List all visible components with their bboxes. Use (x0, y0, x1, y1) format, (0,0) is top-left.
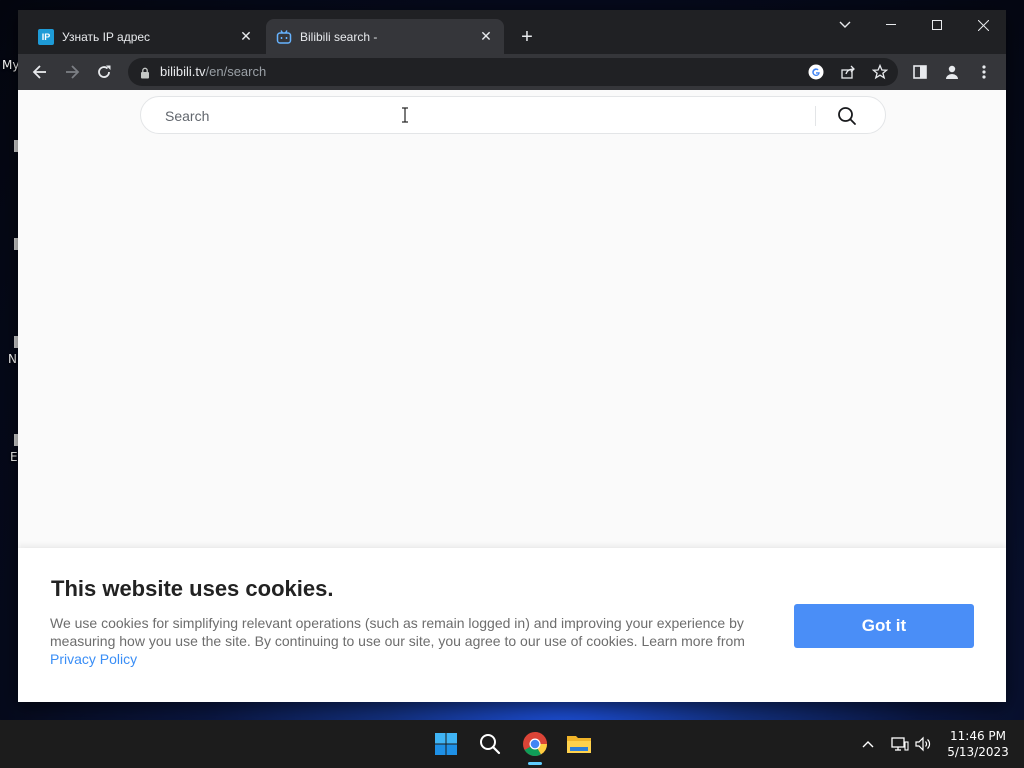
more-menu-icon[interactable] (970, 58, 998, 86)
clock-date: 5/13/2023 (947, 745, 1009, 759)
search-icon (838, 107, 856, 125)
cookie-title: This website uses cookies. (51, 576, 334, 601)
desktop-icon-label[interactable]: E (10, 450, 18, 464)
url-text[interactable]: bilibili.tv/en/search (160, 64, 266, 79)
folder-icon (567, 736, 591, 753)
close-icon[interactable]: ✕ (238, 28, 254, 45)
maximize-button[interactable] (914, 10, 960, 40)
tab-ip-address[interactable]: IP Узнать IP адрес ✕ (28, 19, 264, 54)
lock-icon[interactable] (140, 66, 150, 84)
taskbar-search-button[interactable] (474, 728, 506, 760)
network-icon[interactable] (890, 734, 910, 754)
google-translate-icon[interactable] (806, 62, 826, 82)
search-input[interactable] (165, 105, 785, 127)
got-it-button[interactable]: Got it (794, 604, 974, 648)
ip-site-favicon-icon: IP (38, 28, 54, 45)
file-explorer-taskbar-button[interactable] (563, 728, 595, 760)
tab-search-chevron-down-icon[interactable] (822, 10, 868, 40)
reload-button[interactable] (90, 58, 118, 86)
windows-logo-icon (435, 733, 457, 755)
text-cursor-icon (402, 107, 408, 123)
forward-button[interactable] (58, 58, 86, 86)
clock-time: 11:46 PM (950, 729, 1006, 743)
new-tab-button[interactable]: + (514, 24, 540, 50)
desktop-icon-label[interactable]: My (2, 58, 19, 72)
tab-title: Bilibili search - (300, 29, 378, 44)
side-panel-icon[interactable] (906, 58, 934, 86)
cookie-body-text: We use cookies for simplifying relevant … (50, 615, 745, 649)
start-button[interactable] (430, 728, 462, 760)
address-bar[interactable]: bilibili.tv/en/search (128, 58, 898, 86)
search-button[interactable] (835, 104, 859, 128)
page-content: This website uses cookies. We use cookie… (18, 90, 1006, 702)
active-app-indicator (528, 762, 542, 765)
url-host: bilibili.tv (160, 64, 206, 79)
desktop-icon-label[interactable]: N (8, 352, 17, 366)
minimize-button[interactable] (868, 10, 914, 40)
taskbar: 11:46 PM 5/13/2023 (0, 720, 1024, 768)
search-bar (140, 96, 886, 134)
chrome-taskbar-button[interactable] (519, 728, 551, 760)
browser-window: IP Узнать IP адрес ✕ Bilibili search - ✕… (18, 10, 1006, 702)
privacy-policy-link[interactable]: Privacy Policy (50, 651, 137, 667)
browser-toolbar: bilibili.tv/en/search (18, 54, 1006, 90)
tab-title: Узнать IP адрес (62, 29, 151, 44)
share-icon[interactable] (838, 62, 858, 82)
show-hidden-icons-chevron-up-icon[interactable] (858, 734, 878, 754)
bilibili-icon (276, 29, 292, 45)
close-window-button[interactable] (960, 10, 1006, 40)
cookie-text: We use cookies for simplifying relevant … (50, 614, 750, 668)
system-clock[interactable]: 11:46 PM 5/13/2023 (940, 728, 1016, 760)
search-icon (480, 734, 501, 755)
back-button[interactable] (26, 58, 54, 86)
chrome-icon (523, 732, 547, 757)
bookmark-star-icon[interactable] (870, 62, 890, 82)
url-path: /en/search (205, 64, 267, 79)
tab-bilibili-search[interactable]: Bilibili search - ✕ (266, 19, 504, 54)
cookie-banner: This website uses cookies. We use cookie… (18, 548, 1006, 702)
volume-icon[interactable] (914, 734, 934, 754)
search-divider (815, 106, 816, 126)
close-icon[interactable]: ✕ (478, 28, 494, 45)
tab-strip: IP Узнать IP адрес ✕ Bilibili search - ✕… (18, 10, 1006, 54)
profile-icon[interactable] (938, 58, 966, 86)
